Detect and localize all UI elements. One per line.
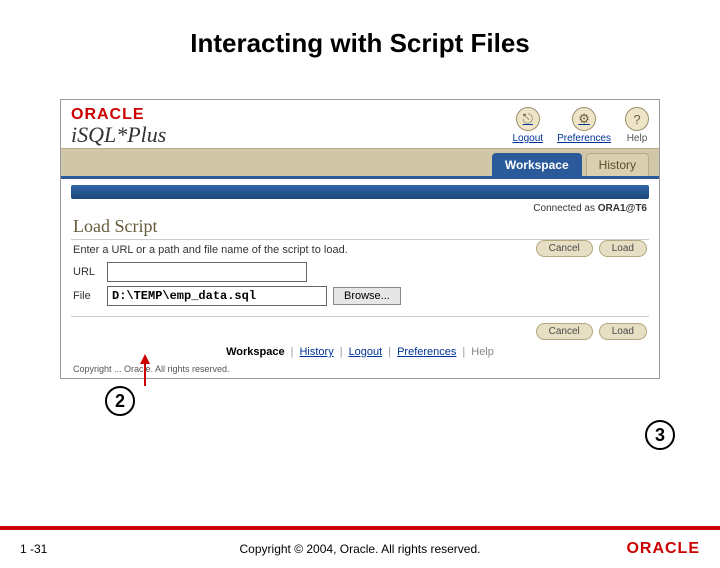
slide-footer: 1 -31 Copyright © 2004, Oracle. All righ…	[0, 526, 720, 568]
url-input[interactable]	[107, 262, 307, 282]
footer-workspace[interactable]: Workspace	[226, 346, 285, 358]
sep: |	[340, 346, 343, 358]
load-button-top[interactable]: Load	[599, 240, 647, 257]
arrow-icon	[140, 354, 150, 364]
top-button-group: Cancel Load	[536, 240, 647, 257]
nav-help[interactable]: ? Help	[625, 107, 649, 144]
url-label: URL	[73, 266, 101, 278]
blue-bar	[71, 185, 649, 199]
isqlplus-logo: iSQL*Plus	[71, 122, 166, 148]
callout-3: 3	[645, 420, 675, 450]
slide-title: Interacting with Script Files	[0, 28, 720, 59]
sep: |	[462, 346, 465, 358]
url-row: URL	[73, 262, 647, 282]
nav-preferences-label: Preferences	[557, 133, 611, 144]
nav-help-label: Help	[627, 133, 648, 144]
bottom-button-group: Cancel Load	[61, 317, 659, 344]
file-row: File Browse...	[73, 286, 647, 306]
load-button-bottom[interactable]: Load	[599, 323, 647, 340]
callout-2: 2	[105, 386, 135, 416]
footer-preferences[interactable]: Preferences	[397, 346, 456, 358]
tabs-row: Workspace History	[61, 148, 659, 179]
top-nav: ⎋ Logout ⚙ Preferences ? Help	[512, 107, 649, 148]
logout-icon: ⎋	[516, 107, 540, 131]
slide-copyright: Copyright © 2004, Oracle. All rights res…	[0, 542, 720, 556]
file-label: File	[73, 290, 101, 302]
help-icon: ?	[625, 107, 649, 131]
tab-history[interactable]: History	[586, 153, 649, 176]
connected-user: ORA1@T6	[598, 203, 647, 214]
nav-logout[interactable]: ⎋ Logout	[512, 107, 543, 144]
load-form: Cancel Load Enter a URL or a path and fi…	[61, 240, 659, 316]
connected-status: Connected as ORA1@T6	[61, 203, 659, 214]
file-input[interactable]	[107, 286, 327, 306]
inner-footer-nav: Workspace | History | Logout | Preferenc…	[61, 344, 659, 364]
sep: |	[388, 346, 391, 358]
connected-prefix: Connected as	[533, 203, 598, 214]
arrow-line	[144, 364, 146, 386]
footer-logout[interactable]: Logout	[349, 346, 383, 358]
tab-workspace[interactable]: Workspace	[492, 153, 582, 176]
browse-button[interactable]: Browse...	[333, 287, 401, 305]
app-header: ORACLE iSQL*Plus ⎋ Logout ⚙ Preferences …	[61, 100, 659, 148]
callout-2-label: 2	[115, 391, 125, 412]
sep: |	[291, 346, 294, 358]
section-title: Load Script	[61, 214, 659, 239]
nav-logout-label: Logout	[512, 133, 543, 144]
cancel-button-top[interactable]: Cancel	[536, 240, 593, 257]
nav-preferences[interactable]: ⚙ Preferences	[557, 107, 611, 144]
cancel-button-bottom[interactable]: Cancel	[536, 323, 593, 340]
preferences-icon: ⚙	[572, 107, 596, 131]
app-window: ORACLE iSQL*Plus ⎋ Logout ⚙ Preferences …	[60, 99, 660, 379]
inner-copyright: Copyright ... Oracle. All rights reserve…	[61, 364, 659, 378]
footer-help[interactable]: Help	[471, 346, 494, 358]
footer-history[interactable]: History	[299, 346, 333, 358]
brand-column: ORACLE iSQL*Plus	[71, 106, 166, 148]
callout-3-label: 3	[655, 425, 665, 446]
